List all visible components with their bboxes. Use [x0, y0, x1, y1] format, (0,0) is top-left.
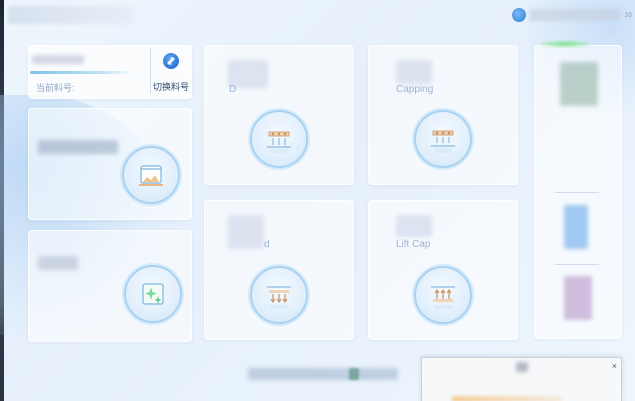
switch-divider	[150, 48, 151, 94]
user-indicator: 16	[624, 11, 632, 19]
lift-up-icon	[431, 286, 455, 309]
operation-title-obscured	[228, 215, 264, 249]
material-progress-bar	[30, 71, 134, 74]
operation-title-mid-2: d	[264, 239, 270, 250]
footer-status-icon	[349, 368, 359, 380]
operation-title-obscured	[396, 215, 432, 237]
close-icon[interactable]: ×	[612, 362, 617, 371]
status-divider	[555, 192, 599, 193]
user-avatar-icon	[512, 8, 527, 22]
capping-icon	[431, 130, 455, 153]
current-material-label: 当前料号:	[36, 83, 75, 93]
footer-status-obscured	[248, 368, 398, 380]
operation-title-right-1: Capping	[396, 84, 434, 95]
operation-title-mid-1: D	[229, 84, 237, 95]
operation-button-right-1[interactable]	[414, 110, 472, 168]
material-name-obscured	[32, 55, 84, 64]
status-divider	[555, 264, 599, 265]
operation-title-obscured	[396, 60, 432, 84]
popup-title-obscured	[516, 362, 528, 372]
switch-material-button[interactable]: 切换料号	[153, 80, 189, 93]
popup-content-obscured	[452, 396, 562, 401]
popup-window: ×	[421, 357, 622, 401]
status-item-obscured	[564, 276, 592, 320]
press-down-icon	[267, 286, 291, 309]
user-area[interactable]: 16	[512, 4, 635, 26]
operation-title-obscured	[38, 140, 118, 154]
operation-title-right-2: Lift Cap	[396, 239, 431, 250]
sparkle-icon	[142, 283, 164, 305]
app-title-obscured	[8, 6, 132, 24]
status-light	[540, 40, 590, 48]
swap-icon[interactable]	[163, 53, 179, 69]
operation-button-mid-2[interactable]	[250, 266, 308, 324]
operation-button-left-2[interactable]	[124, 265, 182, 323]
operation-button-right-2[interactable]	[414, 266, 472, 324]
user-name-obscured	[530, 9, 621, 21]
operation-button-left-1[interactable]	[122, 146, 180, 204]
operation-title-obscured	[38, 256, 78, 270]
press-down-icon	[267, 131, 291, 153]
status-item-obscured	[564, 205, 588, 249]
status-item-obscured	[560, 62, 598, 106]
tray-icon	[139, 165, 163, 186]
operation-button-mid-1[interactable]	[250, 110, 308, 168]
